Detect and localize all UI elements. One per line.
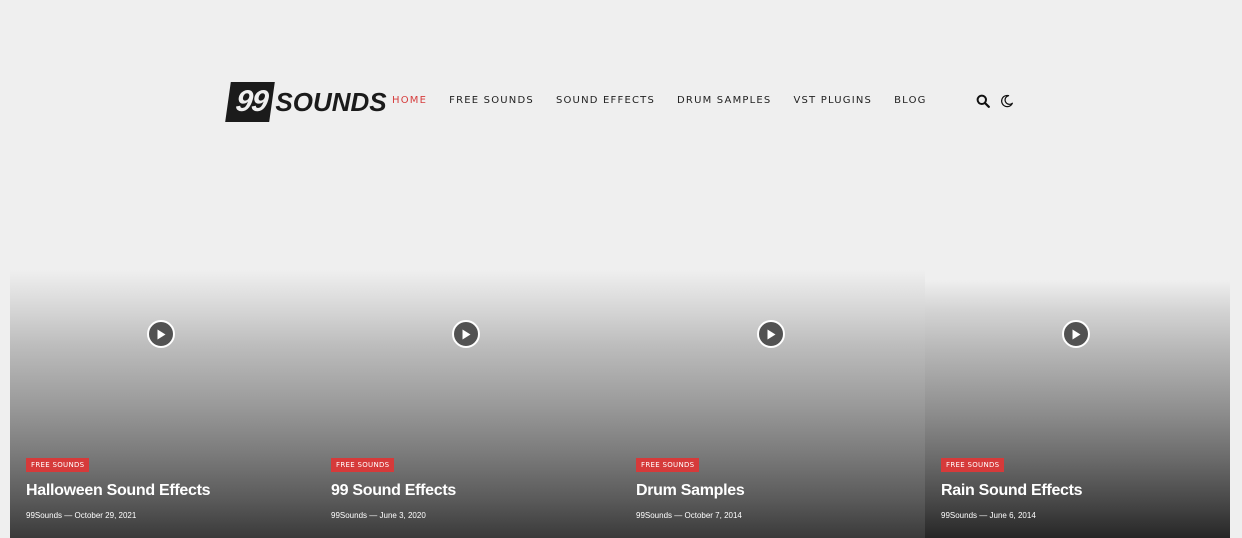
play-button[interactable] <box>1062 320 1090 348</box>
post-card[interactable]: FREE SOUNDS Halloween Sound Effects 99So… <box>10 130 315 538</box>
post-author[interactable]: 99Sounds <box>636 511 672 520</box>
post-card[interactable]: FREE SOUNDS Rain Sound Effects 99Sounds … <box>925 130 1230 538</box>
nav-item-drum-samples[interactable]: DRUM SAMPLES <box>677 95 771 107</box>
site-header: 99 SOUNDS HOME FREE SOUNDS SOUND EFFECTS… <box>0 0 1242 130</box>
post-title[interactable]: 99 Sound Effects <box>331 481 456 501</box>
post-title[interactable]: Halloween Sound Effects <box>26 481 211 501</box>
site-logo[interactable]: 99 SOUNDS <box>225 82 387 122</box>
logo-badge: 99 <box>225 82 276 122</box>
header-icons <box>976 94 1014 108</box>
post-author[interactable]: 99Sounds <box>331 511 367 520</box>
featured-posts-grid: FREE SOUNDS Halloween Sound Effects 99So… <box>10 130 1230 538</box>
nav-item-free-sounds[interactable]: FREE SOUNDS <box>449 95 534 107</box>
logo-wordmark: SOUNDS <box>275 87 387 117</box>
play-button[interactable] <box>452 320 480 348</box>
post-date: October 7, 2014 <box>684 511 742 520</box>
nav-item-home[interactable]: HOME <box>392 95 427 107</box>
nav-item-blog[interactable]: BLOG <box>894 95 927 107</box>
dark-mode-moon-icon[interactable] <box>1000 94 1014 108</box>
post-title[interactable]: Rain Sound Effects <box>941 481 1083 501</box>
post-card[interactable]: FREE SOUNDS 99 Sound Effects 99Sounds — … <box>315 130 620 538</box>
play-button[interactable] <box>147 320 175 348</box>
post-card[interactable]: FREE SOUNDS Drum Samples 99Sounds — Octo… <box>620 130 925 538</box>
category-badge[interactable]: FREE SOUNDS <box>941 458 1005 472</box>
meta-separator: — <box>369 511 378 520</box>
play-icon <box>157 329 166 339</box>
category-badge[interactable]: FREE SOUNDS <box>26 458 90 472</box>
nav-item-vst-plugins[interactable]: VST PLUGINS <box>793 95 872 107</box>
post-meta: 99Sounds — October 29, 2021 <box>26 511 136 521</box>
meta-separator: — <box>979 511 988 520</box>
post-title[interactable]: Drum Samples <box>636 481 745 501</box>
category-badge[interactable]: FREE SOUNDS <box>636 458 700 472</box>
meta-separator: — <box>674 511 683 520</box>
post-meta: 99Sounds — October 7, 2014 <box>636 511 742 521</box>
post-date: October 29, 2021 <box>74 511 137 520</box>
play-icon <box>1072 329 1081 339</box>
category-badge[interactable]: FREE SOUNDS <box>331 458 395 472</box>
play-icon <box>767 329 776 339</box>
play-button[interactable] <box>757 320 785 348</box>
play-icon <box>462 329 471 339</box>
nav-item-sound-effects[interactable]: SOUND EFFECTS <box>556 95 655 107</box>
post-date: June 3, 2020 <box>379 511 426 520</box>
search-icon[interactable] <box>976 94 990 108</box>
post-meta: 99Sounds — June 3, 2020 <box>331 511 426 521</box>
post-author[interactable]: 99Sounds <box>26 511 62 520</box>
main-nav: HOME FREE SOUNDS SOUND EFFECTS DRUM SAMP… <box>392 95 949 107</box>
post-author[interactable]: 99Sounds <box>941 511 977 520</box>
meta-separator: — <box>64 511 73 520</box>
post-date: June 6, 2014 <box>989 511 1036 520</box>
post-meta: 99Sounds — June 6, 2014 <box>941 511 1036 521</box>
